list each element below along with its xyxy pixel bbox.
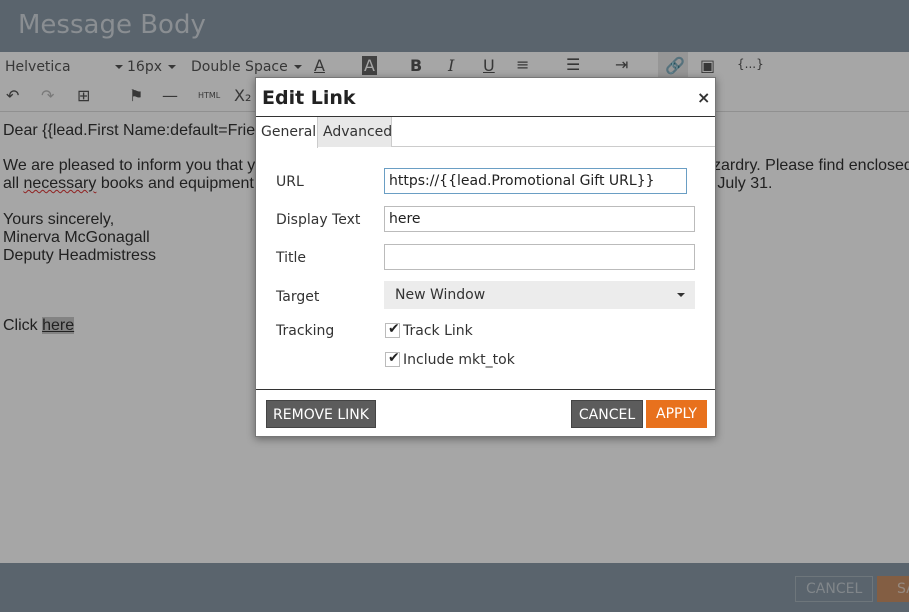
checkmark-icon: ✔	[388, 321, 400, 337]
include-mkt-tok-checkbox[interactable]: ✔	[385, 350, 400, 367]
target-label: Target	[276, 289, 320, 305]
dialog-tabs: General Advanced	[256, 117, 715, 148]
close-icon[interactable]: ×	[697, 88, 710, 107]
chevron-down-icon	[677, 293, 685, 297]
track-link-label: Track Link	[403, 323, 473, 339]
dialog-title: Edit Link	[262, 87, 356, 109]
track-link-checkbox[interactable]: ✔	[385, 321, 400, 338]
tab-general[interactable]: General	[256, 117, 318, 148]
divider	[256, 389, 715, 390]
tab-advanced[interactable]: Advanced	[318, 117, 392, 147]
remove-link-button[interactable]: REMOVE LINK	[266, 400, 376, 428]
url-label: URL	[276, 174, 304, 190]
target-select[interactable]: New Window	[384, 281, 695, 309]
title-label: Title	[276, 250, 307, 266]
tracking-label: Tracking	[276, 323, 335, 339]
target-value: New Window	[395, 287, 486, 303]
cancel-button[interactable]: CANCEL	[571, 400, 643, 428]
edit-link-dialog: Edit Link × General Advanced URL https:/…	[255, 77, 716, 437]
display-text-input[interactable]: here	[384, 206, 695, 232]
title-input[interactable]	[384, 244, 695, 270]
apply-button[interactable]: APPLY	[646, 400, 707, 428]
checkmark-icon: ✔	[388, 350, 400, 366]
include-mkt-tok-label: Include mkt_tok	[403, 352, 515, 368]
url-input[interactable]: https://{{lead.Promotional Gift URL}}	[384, 168, 687, 194]
display-text-label: Display Text	[276, 212, 361, 228]
